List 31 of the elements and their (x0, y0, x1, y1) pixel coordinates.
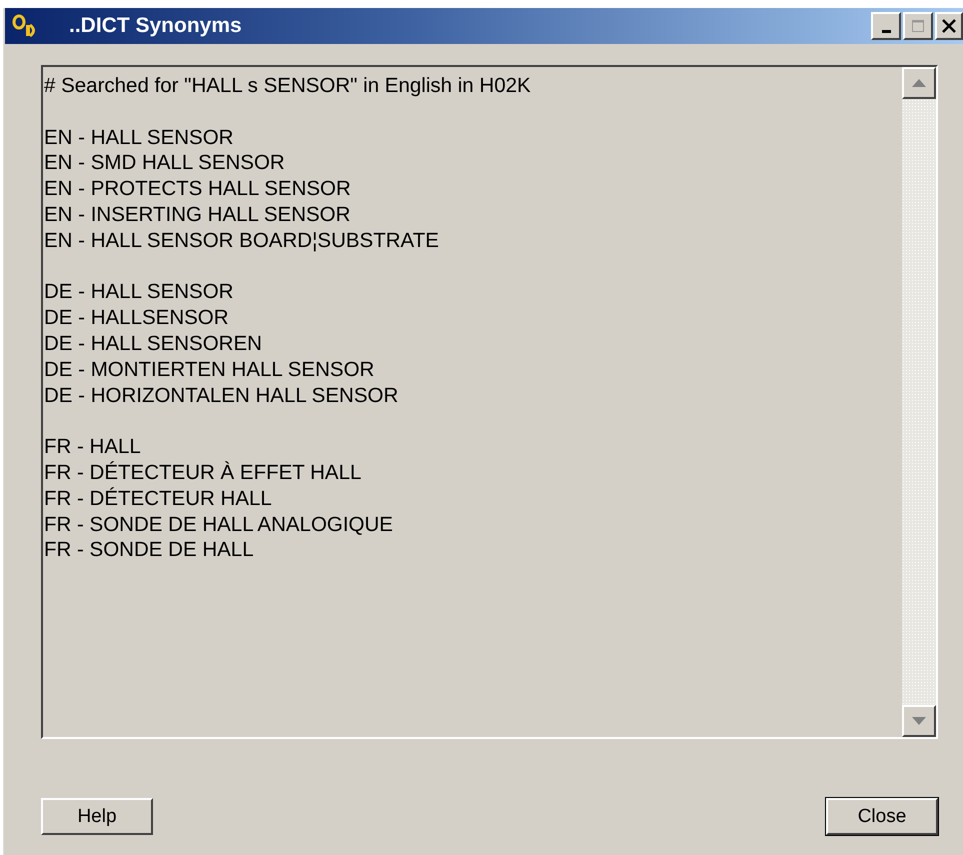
synonym-line: FR - DÉTECTEUR À EFFET HALL (44, 460, 362, 486)
synonym-line: FR - DÉTECTEUR HALL (44, 486, 273, 512)
synonym-line: DE - HALLSENSOR (44, 305, 230, 331)
results-text-area[interactable] (41, 65, 938, 739)
down-arrow-icon (912, 717, 926, 725)
synonym-line: EN - SMD HALL SENSOR (44, 150, 286, 176)
minimize-icon (882, 30, 890, 33)
synonym-line: DE - HORIZONTALEN HALL SENSOR (44, 382, 400, 408)
dialog-button[interactable]: Help (41, 798, 153, 835)
dialog-button[interactable]: Close (826, 798, 938, 835)
synonym-line: DE - HALL SENSOR (44, 279, 234, 306)
maximize-icon (911, 19, 925, 33)
window-title: ..DICT Synonyms (69, 14, 243, 38)
scrollbar[interactable] (902, 67, 936, 737)
scroll-up-button[interactable] (902, 67, 936, 99)
maximize-button[interactable] (903, 12, 933, 40)
synonym-line: FR - SONDE DE HALL ANALOGIQUE (44, 512, 394, 538)
minimize-button[interactable] (871, 12, 901, 40)
synonym-line: EN - HALL SENSOR (44, 124, 234, 150)
search-summary: # Searched for "HALL s SENSOR" in English in H02K (44, 73, 532, 99)
synonym-line: FR - HALL (44, 434, 142, 460)
close-button[interactable] (935, 12, 963, 40)
scroll-down-button[interactable] (902, 705, 936, 737)
synonym-line: EN - INSERTING HALL SENSOR (44, 202, 352, 228)
synonym-line: EN - HALL SENSOR BOARD¦SUBSTRATE (44, 228, 440, 254)
close-icon (941, 18, 957, 34)
synonym-line: FR - SONDE DE HALL (44, 537, 255, 564)
synonym-line: DE - HALL SENSOREN (44, 330, 263, 357)
synonym-line: DE - MONTIERTEN HALL SENSOR (44, 356, 376, 383)
synonym-line: EN - PROTECTS HALL SENSOR (44, 176, 352, 202)
up-arrow-icon (912, 79, 926, 87)
